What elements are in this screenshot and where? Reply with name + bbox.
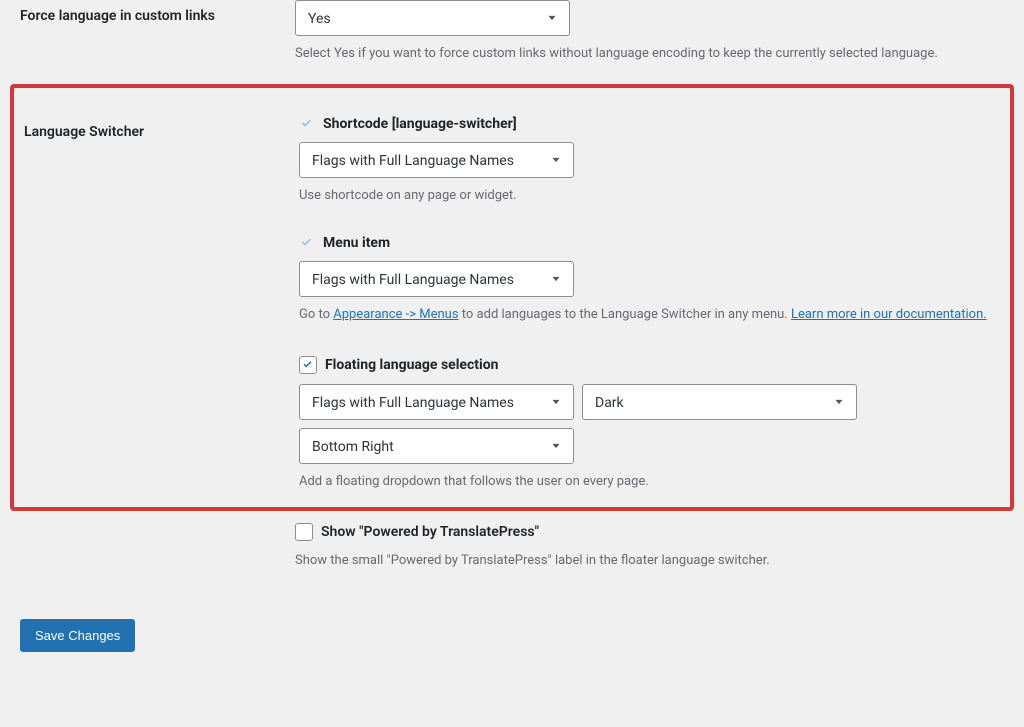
shortcode-description: Use shortcode on any page or widget. (299, 186, 1000, 206)
floating-position-select[interactable]: Bottom Right (299, 428, 574, 464)
powered-by-checkbox[interactable] (295, 523, 313, 541)
menu-item-block: Menu item Flags with Full Language Names… (299, 235, 1000, 326)
language-switcher-label: Language Switcher (24, 116, 299, 492)
shortcode-select[interactable]: Flags with Full Language Names (299, 142, 574, 178)
force-language-row: Force language in custom links Yes Selec… (20, 0, 1004, 84)
check-icon (299, 116, 315, 132)
floating-title: Floating language selection (325, 357, 498, 373)
floating-checkbox[interactable] (299, 356, 317, 374)
powered-by-title: Show "Powered by TranslatePress" (321, 524, 539, 540)
powered-by-row: Show "Powered by TranslatePress" Show th… (20, 523, 1004, 591)
floating-block: Floating language selection Flags with F… (299, 356, 1000, 492)
floating-display-select[interactable]: Flags with Full Language Names (299, 384, 574, 420)
appearance-menus-link[interactable]: Appearance -> Menus (333, 307, 458, 322)
language-switcher-section: Language Switcher Shortcode [language-sw… (10, 84, 1014, 512)
floating-description: Add a floating dropdown that follows the… (299, 472, 1000, 492)
force-language-select[interactable]: Yes (295, 0, 570, 36)
menu-item-title: Menu item (323, 235, 390, 251)
powered-by-description: Show the small "Powered by TranslatePres… (295, 551, 1004, 571)
menu-item-description: Go to Appearance -> Menus to add languag… (299, 305, 1000, 326)
menu-item-select[interactable]: Flags with Full Language Names (299, 261, 574, 297)
floating-theme-select[interactable]: Dark (582, 384, 857, 420)
shortcode-block: Shortcode [language-switcher] Flags with… (299, 116, 1000, 206)
shortcode-title: Shortcode [language-switcher] (323, 116, 517, 132)
learn-more-link[interactable]: Learn more in our documentation. (791, 307, 987, 322)
check-icon (299, 235, 315, 251)
force-language-label: Force language in custom links (20, 0, 295, 64)
force-language-description: Select Yes if you want to force custom l… (295, 44, 1004, 64)
save-changes-button[interactable]: Save Changes (20, 619, 135, 652)
